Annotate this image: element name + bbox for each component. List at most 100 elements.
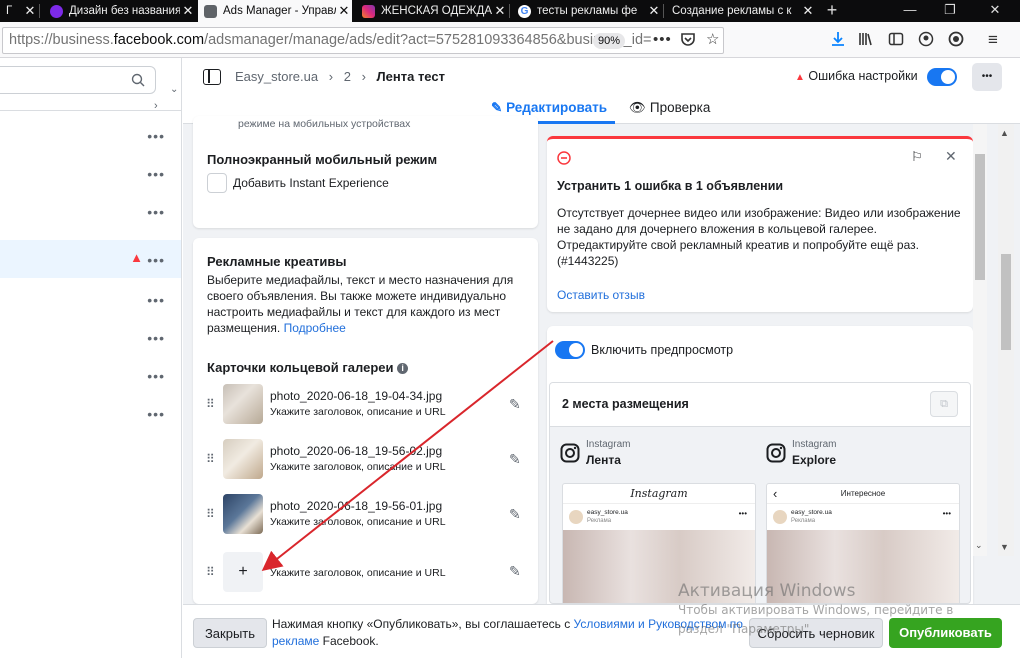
close-icon[interactable]: ✕ xyxy=(492,3,508,19)
inner-scrollbar[interactable]: ⌄ xyxy=(973,124,987,556)
avatar xyxy=(569,510,583,524)
campaign-tree-row[interactable]: ••• xyxy=(0,318,181,356)
row-menu-icon[interactable]: ••• xyxy=(147,406,165,422)
preview-toggle-label: Включить предпросмотр xyxy=(591,343,734,357)
row-menu-icon[interactable]: ••• xyxy=(147,204,165,220)
preview-toggle[interactable] xyxy=(555,341,585,359)
tab-review[interactable]: 👁 Проверка xyxy=(629,100,710,116)
card-thumbnail xyxy=(223,384,263,424)
edit-pencil-icon[interactable]: ✎ xyxy=(509,506,521,523)
placement-name: Лента xyxy=(586,453,621,467)
add-card-button[interactable]: + xyxy=(223,552,263,592)
scrollbar[interactable]: ▲ ▼ xyxy=(998,124,1014,556)
close-icon[interactable]: ✕ xyxy=(22,3,38,19)
new-tab-button[interactable]: + xyxy=(812,0,852,22)
error-title: Устранить 1 ошибка в 1 объявлении xyxy=(557,179,784,193)
campaign-tree-row[interactable]: ••• xyxy=(0,116,181,154)
feedback-flag-icon[interactable]: ⚐ xyxy=(911,149,923,165)
carousel-card[interactable]: ⠿ photo_2020-06-18_19-04-34.jpg Укажите … xyxy=(193,384,538,430)
placement-network: Instagram xyxy=(586,439,631,450)
pocket-icon[interactable] xyxy=(680,31,696,52)
edit-pencil-icon[interactable]: ✎ xyxy=(509,451,521,468)
terms-link-2[interactable]: рекламе xyxy=(272,634,319,648)
extension-icon[interactable] xyxy=(948,31,964,52)
feedback-link[interactable]: Оставить отзыв xyxy=(557,287,645,303)
row-menu-icon[interactable]: ••• xyxy=(147,252,165,268)
eye-icon: 👁 xyxy=(629,100,647,115)
maximize-icon[interactable]: ❐ xyxy=(930,0,970,22)
close-icon[interactable]: ✕ xyxy=(646,3,662,19)
expand-icon[interactable]: ⧉ xyxy=(930,391,958,417)
more-options-button[interactable]: ••• xyxy=(972,63,1002,91)
drag-handle-icon[interactable]: ⠿ xyxy=(206,452,215,466)
toggle-panel-icon[interactable] xyxy=(203,69,221,85)
close-button[interactable]: Закрыть xyxy=(193,618,267,648)
preview-sponsored: Реклама xyxy=(791,518,816,524)
breadcrumb-count[interactable]: 2 xyxy=(344,69,351,84)
chevron-down-icon[interactable]: ⌄ xyxy=(975,540,983,551)
drag-handle-icon[interactable]: ⠿ xyxy=(206,507,215,521)
close-icon[interactable]: ✕ xyxy=(180,3,196,19)
browser-tab-bar: Г ✕ Дизайн без названия ✕ Ads Manager - … xyxy=(0,0,1020,22)
row-menu-icon[interactable]: ••• xyxy=(147,330,165,346)
campaign-tree-row[interactable]: ••• xyxy=(0,154,181,192)
search-input[interactable] xyxy=(0,66,156,94)
campaign-tree-row[interactable]: ••• xyxy=(0,356,181,394)
info-icon[interactable]: i xyxy=(397,363,409,374)
browser-tab[interactable]: G тесты рекламы фе ✕ xyxy=(512,0,662,22)
campaign-tree-row[interactable]: ▲ ••• xyxy=(0,240,181,278)
browser-tab[interactable]: ЖЕНСКАЯ ОДЕЖДА ✕ xyxy=(356,0,508,22)
browser-tab[interactable]: Г ✕ xyxy=(0,0,38,22)
browser-tab[interactable]: Дизайн без названия ✕ xyxy=(44,0,196,22)
ad-toggle[interactable] xyxy=(927,68,957,86)
carousel-card[interactable]: ⠿ photo_2020-06-18_19-56-01.jpg Укажите … xyxy=(193,494,538,540)
post-menu-icon: ••• xyxy=(942,509,951,518)
campaign-tree-row[interactable]: ••• xyxy=(0,394,181,432)
instagram-icon xyxy=(766,443,786,463)
card-file: photo_2020-06-18_19-04-34.jpg xyxy=(270,389,443,403)
row-menu-icon[interactable]: ••• xyxy=(147,368,165,384)
sidebar-icon[interactable] xyxy=(888,31,904,52)
url-path: /adsmanager/manage/ads/edit?act=57528109… xyxy=(204,32,652,48)
avatar xyxy=(773,510,787,524)
zoom-badge[interactable]: 90% xyxy=(593,33,626,49)
add-carousel-card[interactable]: ⠿ + Укажите заголовок, описание и URL ✎ xyxy=(193,552,538,594)
browser-tab-active[interactable]: Ads Manager - Управление ✕ xyxy=(198,0,352,22)
breadcrumb-store[interactable]: Easy_store.ua xyxy=(235,69,318,84)
drag-handle-icon[interactable]: ⠿ xyxy=(206,565,215,579)
scroll-down-icon[interactable]: ▼ xyxy=(1000,542,1009,552)
scroll-thumb[interactable] xyxy=(1001,254,1011,350)
page-actions-icon[interactable]: ••• xyxy=(653,31,672,49)
inner-scroll-thumb[interactable] xyxy=(975,154,985,280)
instant-experience-checkbox[interactable] xyxy=(207,173,227,193)
row-menu-icon[interactable]: ••• xyxy=(147,292,165,308)
carousel-card[interactable]: ⠿ photo_2020-06-18_19-56-02.jpg Укажите … xyxy=(193,439,538,485)
close-window-icon[interactable]: ✕ xyxy=(975,0,1015,22)
browser-tab[interactable]: Создание рекламы с к ✕ xyxy=(666,0,816,22)
close-icon[interactable]: ✕ xyxy=(336,3,352,19)
campaign-tree-row[interactable]: ••• xyxy=(0,280,181,318)
tab-title: Ads Manager - Управление xyxy=(223,5,336,17)
url-prefix: https://business. xyxy=(9,32,114,48)
row-menu-icon[interactable]: ••• xyxy=(147,166,165,182)
browser-nav-bar: https://business.facebook.com/adsmanager… xyxy=(0,22,1020,58)
ads-manager-icon xyxy=(204,4,217,18)
minimize-icon[interactable]: — xyxy=(890,0,930,22)
account-icon[interactable] xyxy=(918,31,934,52)
editor-header: Easy_store.ua › 2 › Лента тест ▲ Ошибка … xyxy=(183,58,1020,124)
download-icon[interactable] xyxy=(830,31,846,52)
publish-button[interactable]: Опубликовать xyxy=(889,618,1002,648)
drag-handle-icon[interactable]: ⠿ xyxy=(206,397,215,411)
url-host: facebook.com xyxy=(113,32,205,48)
edit-pencil-icon[interactable]: ✎ xyxy=(509,563,521,580)
close-icon[interactable]: ✕ xyxy=(945,148,957,165)
campaign-tree-row[interactable]: ••• xyxy=(0,192,181,230)
row-menu-icon[interactable]: ••• xyxy=(147,128,165,144)
library-icon[interactable] xyxy=(858,31,874,52)
menu-icon[interactable]: ≡ xyxy=(988,31,998,49)
more-link[interactable]: Подробнее xyxy=(284,321,346,335)
scroll-up-icon[interactable]: ▲ xyxy=(1000,128,1009,138)
bookmark-star-icon[interactable]: ☆ xyxy=(706,31,719,49)
chevron-down-icon[interactable]: ⌄ xyxy=(170,84,178,95)
edit-pencil-icon[interactable]: ✎ xyxy=(509,396,521,413)
